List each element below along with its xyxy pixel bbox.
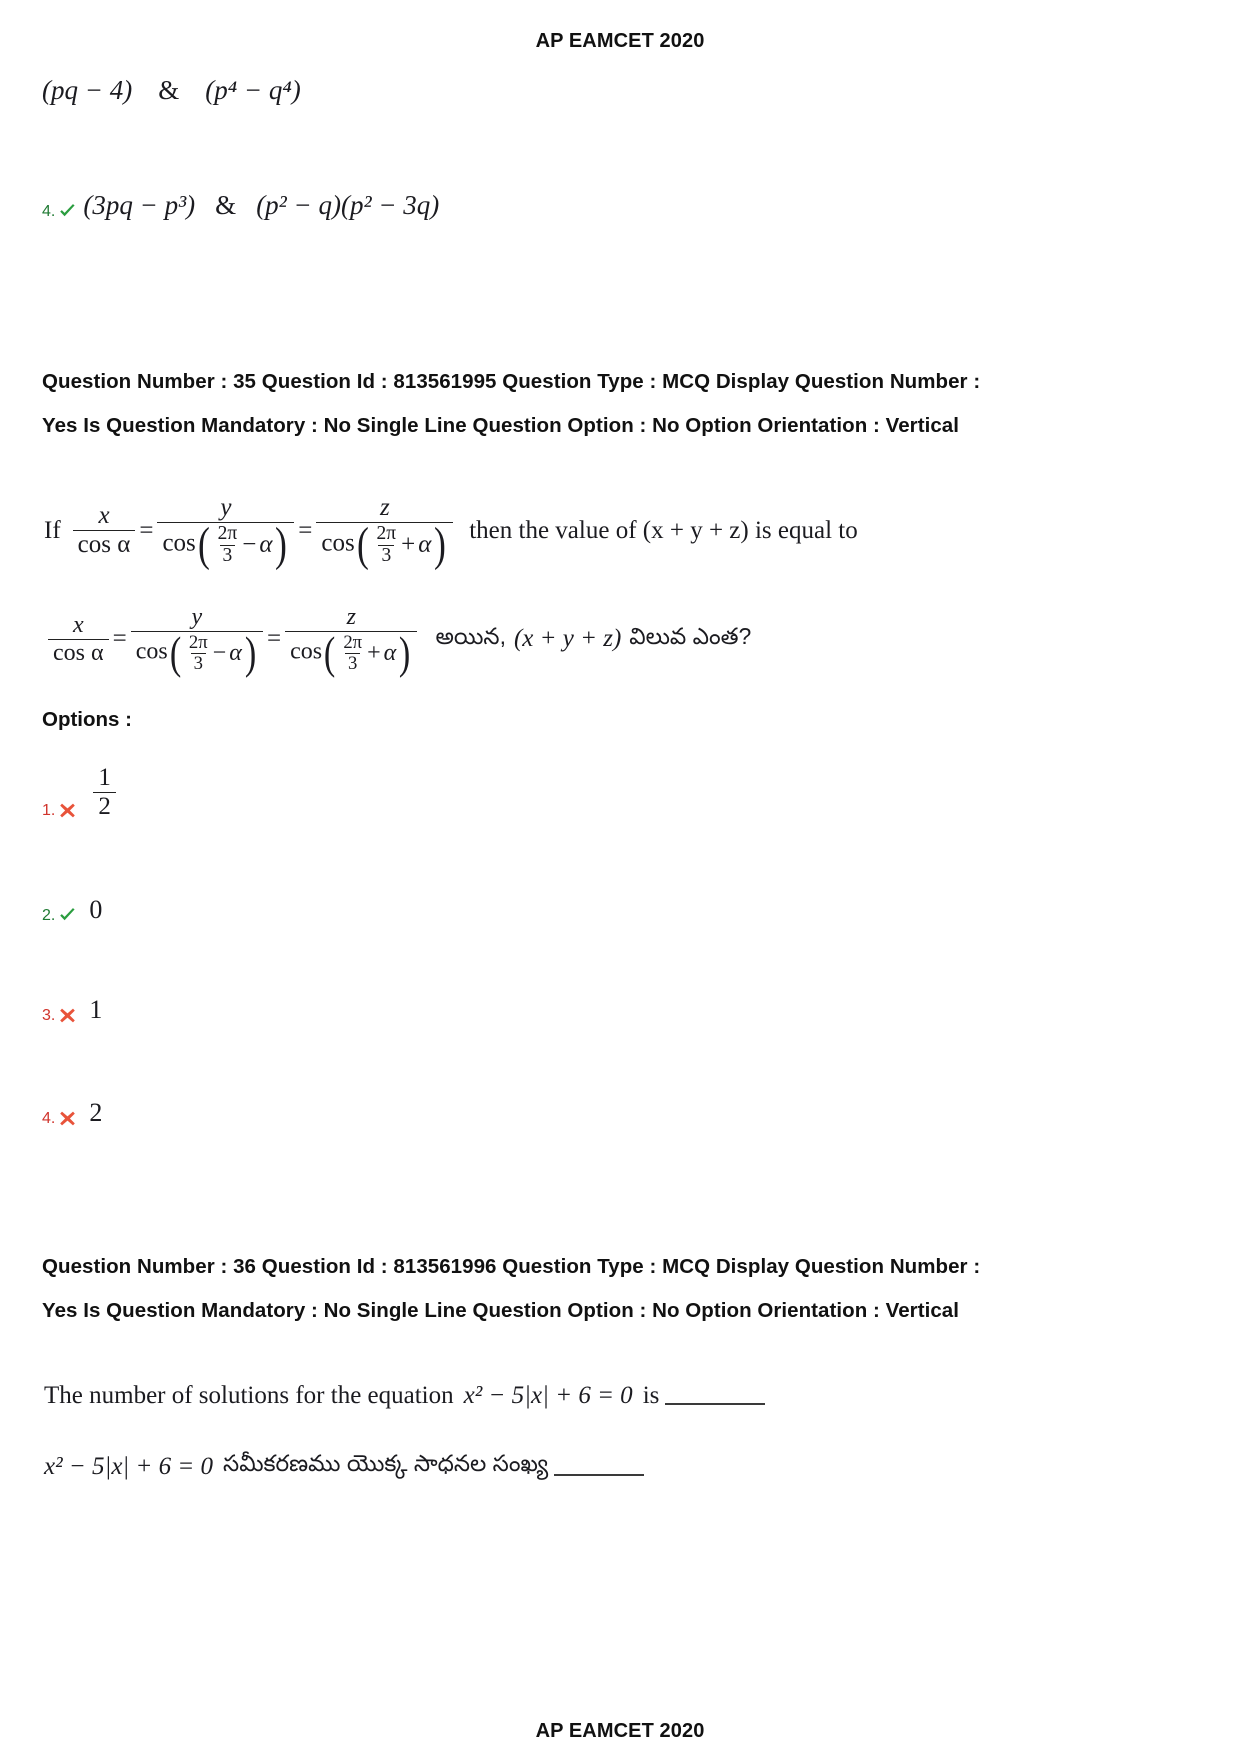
q35-options-label: Options : [42, 708, 132, 731]
q35-fraction-3-denominator: cos(2π 3 + α) [316, 519, 454, 572]
correct-tick-icon [58, 906, 77, 925]
prev-option4-left-expression: (3pq − p³) [83, 190, 196, 220]
q35te-fraction-2-denominator: cos(2π 3− α) [130, 626, 264, 678]
correct-tick-icon [58, 202, 77, 221]
q35-equals-2: = [298, 516, 313, 544]
q35-option-1-value: 1 2 [89, 764, 120, 821]
q35te-fraction-1: x cos α [48, 612, 109, 666]
prev-option3-ampersand: & [158, 75, 180, 105]
q35-stem-lead: If [44, 516, 61, 544]
question-36-meta: Question Number : 36 Question Id : 81356… [42, 1255, 981, 1322]
q35-equals-1: = [139, 516, 154, 544]
question-36-stem-english: The number of solutions for the equation… [44, 1382, 766, 1410]
question-35-meta: Question Number : 35 Question Id : 81356… [42, 370, 981, 437]
prev-option3-left-expression: (pq − 4) [42, 75, 133, 105]
q35-option-2-value: 0 [89, 895, 103, 924]
q35te-paren-3: (2π 3 + α) [324, 626, 411, 678]
q35-option-3[interactable]: 3. 1 [42, 995, 102, 1025]
q36-stem-expression: x² − 5|x| + 6 = 0 [463, 1382, 633, 1409]
wrong-cross-icon [58, 1006, 77, 1025]
q35-option-4-value: 2 [89, 1098, 103, 1127]
q35te-equals-1: = [112, 625, 127, 653]
q35-fraction-1: x cos α [72, 502, 136, 559]
question-35-stem-english: If x cos α = y cos(2π 3− α) = z cos(2π 3 + α) [44, 494, 858, 572]
previous-question-option-3: (pq − 4) & (p⁴ − q⁴) [42, 75, 301, 106]
q35-fraction-2-denominator: cos(2π 3− α) [157, 519, 295, 572]
q35te-paren-2: (2π 3− α) [169, 626, 257, 678]
page-header: AP EAMCET 2020 [535, 30, 705, 52]
page-footer: AP EAMCET 2020 [535, 1720, 705, 1742]
q36te-tail: సమీకరణము యొక్క సాధనల సంఖ్య [223, 1450, 549, 1476]
q36te-expression: x² − 5|x| + 6 = 0 [44, 1452, 214, 1480]
q35-option-4[interactable]: 4. 2 [42, 1098, 102, 1128]
q35-fraction-2: y cos(2π 3− α) [157, 494, 295, 572]
q35-stem-tail: then the value of (x + y + z) is equal t… [469, 516, 858, 544]
q36-answer-blank [665, 1387, 766, 1405]
q35-option-1-fraction: 1 2 [93, 764, 116, 821]
q35te-fraction-3: z cos(2π 3 + α) [285, 604, 418, 678]
q35-paren-3: (2π 3 + α) [356, 519, 447, 572]
previous-question-option-4[interactable]: 4. (3pq − p³) & (p² − q)(p² − 3q) [42, 190, 439, 221]
q35te-tail-expression: (x + y + z) [513, 625, 622, 653]
q35-option-2-number: 2. [42, 907, 56, 924]
q35-option-1[interactable]: 1. 1 2 [42, 764, 120, 820]
q36-stem-tail: is [642, 1382, 660, 1409]
prev-option4-number: 4. [42, 203, 56, 220]
question-35-stem-telugu: x cos α = y cos(2π 3− α) = z cos(2π 3 + α) అయ… [44, 604, 752, 678]
wrong-cross-icon [58, 801, 77, 820]
q35-option-3-value: 1 [89, 995, 103, 1024]
q35-option-2[interactable]: 2. 0 [42, 895, 102, 925]
q35-option-4-number: 4. [42, 1110, 56, 1127]
q35-option-3-number: 3. [42, 1007, 56, 1024]
prev-option3-right-expression: (p⁴ − q⁴) [205, 75, 301, 105]
q35te-tail-b: విలువ ఎంత? [629, 622, 752, 649]
q35-fraction-3: z cos(2π 3 + α) [316, 494, 454, 572]
prev-option4-ampersand: & [215, 190, 237, 220]
q35-paren-2: (2π 3− α) [197, 519, 288, 572]
q36te-answer-blank [554, 1458, 645, 1476]
wrong-cross-icon [58, 1109, 77, 1128]
question-36-stem-telugu: x² − 5|x| + 6 = 0 సమీకరణము యొక్క సాధనల స… [44, 1450, 645, 1483]
q35te-fraction-3-denominator: cos(2π 3 + α) [285, 626, 418, 678]
document-page: AP EAMCET 2020 (pq − 4) & (p⁴ − q⁴) 4. (3p… [0, 0, 1240, 1755]
q35-option-1-number: 1. [42, 802, 56, 819]
q35te-equals-2: = [267, 625, 282, 653]
q35te-tail-a: అయిన, [435, 622, 506, 649]
q35te-fraction-2: y cos(2π 3− α) [130, 604, 264, 678]
q36-stem-lead: The number of solutions for the equation [44, 1382, 454, 1409]
prev-option4-right-expression: (p² − q)(p² − 3q) [256, 190, 440, 220]
